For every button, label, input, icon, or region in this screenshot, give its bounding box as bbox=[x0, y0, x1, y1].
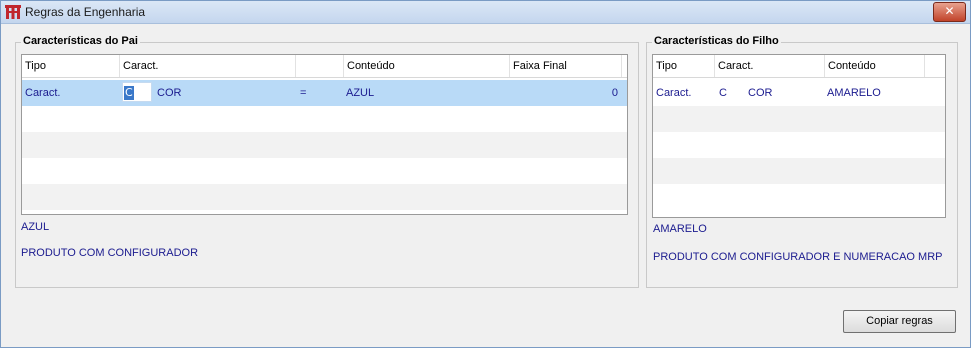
row-tipo: Caract. bbox=[656, 87, 692, 99]
rules-dialog: Regras da Engenharia ✕ Características d… bbox=[0, 0, 971, 348]
row-conteudo: AZUL bbox=[346, 87, 375, 99]
col-conteudo[interactable]: Conteúdo bbox=[344, 55, 510, 77]
col-conteudo[interactable]: Conteúdo bbox=[825, 55, 925, 77]
child-grid-header: Tipo Caract. Conteúdo bbox=[653, 55, 945, 78]
copy-rules-button[interactable]: Copiar regras bbox=[843, 310, 956, 333]
row-conteudo: AMARELO bbox=[827, 87, 881, 99]
row-tipo: Caract. bbox=[25, 87, 61, 99]
table-row-empty[interactable] bbox=[653, 184, 945, 210]
col-faixa-final[interactable]: Faixa Final bbox=[510, 55, 622, 77]
row-caract-name: COR bbox=[748, 87, 773, 99]
row-operator: = bbox=[300, 87, 307, 99]
table-row-empty[interactable] bbox=[22, 132, 627, 158]
copy-rules-label: Copiar regras bbox=[866, 315, 933, 327]
table-row-empty[interactable] bbox=[653, 132, 945, 158]
col-tipo[interactable]: Tipo bbox=[22, 55, 120, 77]
child-content-description: AMARELO bbox=[653, 223, 707, 235]
row-caract-name: COR bbox=[157, 87, 182, 99]
close-icon: ✕ bbox=[944, 4, 955, 18]
window-title: Regras da Engenharia bbox=[25, 5, 146, 19]
table-row-empty[interactable] bbox=[653, 106, 945, 132]
close-button[interactable]: ✕ bbox=[933, 2, 966, 22]
row-caract-code: C bbox=[719, 87, 727, 99]
table-row-empty[interactable] bbox=[653, 158, 945, 184]
parent-group-title: Características do Pai bbox=[21, 35, 140, 47]
table-row-empty[interactable] bbox=[22, 106, 627, 132]
col-caract[interactable]: Caract. bbox=[120, 55, 296, 77]
parent-grid[interactable]: Tipo Caract. Conteúdo Faixa Final Caract… bbox=[21, 54, 628, 215]
table-row[interactable]: Caract. C COR = AZUL 0 bbox=[22, 80, 627, 106]
caract-code-input[interactable]: C bbox=[122, 82, 152, 102]
table-row-empty[interactable] bbox=[22, 158, 627, 184]
parent-grid-header: Tipo Caract. Conteúdo Faixa Final bbox=[22, 55, 627, 78]
title-bar[interactable]: Regras da Engenharia ✕ bbox=[1, 1, 970, 24]
table-row-empty[interactable] bbox=[22, 184, 627, 210]
child-grid[interactable]: Tipo Caract. Conteúdo Caract. C COR AMAR… bbox=[652, 54, 946, 218]
table-row[interactable]: Caract. C COR AMARELO bbox=[653, 80, 945, 106]
child-group-title: Características do Filho bbox=[652, 35, 781, 47]
col-tipo[interactable]: Tipo bbox=[653, 55, 715, 77]
child-product-description: PRODUTO COM CONFIGURADOR E NUMERACAO MRP bbox=[653, 251, 943, 263]
col-operator[interactable] bbox=[296, 55, 344, 77]
parent-content-description: AZUL bbox=[21, 221, 50, 233]
app-logo-icon bbox=[5, 5, 21, 19]
parent-product-description: PRODUTO COM CONFIGURADOR bbox=[21, 247, 199, 259]
row-faixa-final: 0 bbox=[611, 87, 618, 99]
col-caract[interactable]: Caract. bbox=[715, 55, 825, 77]
caract-code-value: C bbox=[124, 86, 134, 100]
